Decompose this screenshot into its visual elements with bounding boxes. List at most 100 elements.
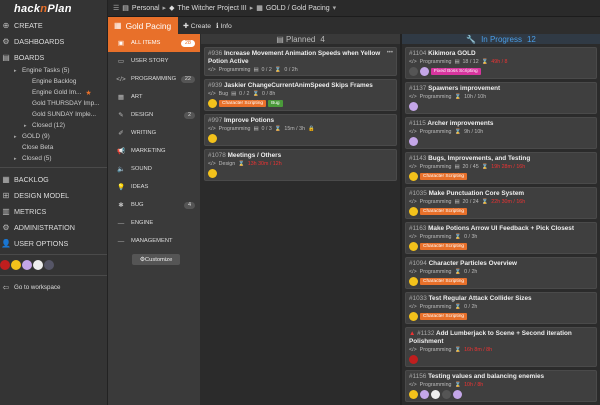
assignee-avatar[interactable] [409, 242, 418, 251]
nav-administration[interactable]: ⚙ ADMINISTRATION [0, 219, 107, 235]
category-icon: ▦ [117, 94, 125, 101]
hourglass-icon: ⌛ [454, 94, 462, 100]
task-card[interactable]: #1115 Archer improvements </> Programming ⌛… [405, 117, 597, 149]
tag-label[interactable]: Character Scripting [420, 313, 468, 320]
column-header-planned[interactable]: ▤ Planned 4 [201, 34, 400, 44]
column-header-in-progress[interactable]: 🔧 In Progress 12 [402, 34, 600, 44]
category-sound[interactable]: 🔈 SOUND [108, 160, 200, 178]
board-link[interactable]: Engine Backlog [0, 76, 107, 87]
metrics-icon: ▥ [2, 206, 10, 216]
board-link[interactable]: ▸ Closed (5) [0, 153, 107, 164]
task-card[interactable]: ▲ #1132 Add Lumberjack to Scene + Second… [405, 327, 597, 367]
tag-label[interactable]: Character Scripting [420, 278, 468, 285]
category-user-story[interactable]: ▭ USER STORY [108, 52, 200, 70]
board-link[interactable]: Close Beta [0, 142, 107, 153]
create-button[interactable]: ✚ Create [183, 22, 211, 30]
breadcrumb-project[interactable]: The Witcher Project III [177, 5, 246, 12]
board-link[interactable]: ▸ Closed (12) [0, 120, 107, 131]
app-logo[interactable]: hack n Plan [0, 0, 107, 17]
assignee-avatar[interactable] [409, 355, 418, 364]
assignee-avatar[interactable] [409, 172, 418, 181]
category-programming[interactable]: </> PROGRAMMING 22 [108, 70, 200, 88]
tag-label[interactable]: Bug [268, 100, 283, 107]
nav-metrics[interactable]: ▥ METRICS [0, 203, 107, 219]
avatar[interactable] [33, 260, 43, 270]
assignee-avatar[interactable] [420, 390, 429, 399]
task-card[interactable]: ••• #936 Increase Movement Animation Spee… [204, 47, 397, 76]
code-icon: </> [409, 382, 417, 388]
tag-label[interactable]: Character Scripting [420, 173, 468, 180]
assignee-avatar[interactable] [409, 102, 418, 111]
nav-dashboards[interactable]: ⚙ DASHBOARDS [0, 33, 107, 49]
task-card[interactable]: #1156 Testing values and balancing enemi… [405, 370, 597, 402]
breadcrumb-personal[interactable]: Personal [132, 5, 160, 12]
category-marketing[interactable]: 📢 MARKETING [108, 142, 200, 160]
task-card[interactable]: #1104 Kikimora GOLD </> Programming ▤ 18 / 1… [405, 47, 597, 79]
subtasks-icon: ▤ [454, 199, 460, 205]
board-link[interactable]: ▸ GOLD (9) [0, 131, 107, 142]
board-link[interactable]: Gold SUNDAY Imple... [0, 109, 107, 120]
assignee-avatar[interactable] [409, 277, 418, 286]
board-link[interactable]: Gold THURSDAY Imp... [0, 98, 107, 109]
assignee-avatar[interactable] [409, 390, 418, 399]
nav-backlog[interactable]: ▦ BACKLOG [0, 171, 107, 187]
category-design[interactable]: ✎ DESIGN 2 [108, 106, 200, 124]
star-icon[interactable]: ★ [85, 89, 91, 97]
column-planned: ▤ Planned 4 ••• #936 Increase Movement Ani… [201, 34, 400, 405]
category-bug[interactable]: ✱ BUG 4 [108, 196, 200, 214]
avatar[interactable] [44, 260, 54, 270]
breadcrumb-board[interactable]: GOLD / Gold Pacing [266, 5, 330, 12]
board-link[interactable]: ▸ Engine Tasks (5) [0, 65, 107, 76]
main-nav: hack n Plan ⊕ CREATE ⚙ DASHBOARDS ▤ BOARDS ▸ E… [0, 0, 108, 405]
assignee-avatar[interactable] [409, 312, 418, 321]
category-management[interactable]: — MANAGEMENT [108, 232, 200, 250]
tag-label[interactable]: Fixed Boss Scripting [431, 68, 481, 75]
customize-button[interactable]: ⚙ Customize [132, 254, 180, 265]
task-card[interactable]: #939 Jaskier ChangeCurrentAnimSpeed Skip… [204, 79, 397, 111]
count-badge: 22 [180, 75, 195, 83]
info-button[interactable]: ℹ Info [216, 22, 232, 30]
category-engine[interactable]: — ENGINE [108, 214, 200, 232]
nav-boards[interactable]: ▤ BOARDS [0, 49, 107, 65]
assignee-avatar[interactable] [409, 137, 418, 146]
task-card[interactable]: #1094 Character Particles Overview </> Pro… [405, 257, 597, 289]
task-card[interactable]: #1137 Spawners improvement </> Programming… [405, 82, 597, 114]
task-card[interactable]: #1035 Make Punctuation Core System </> Pro… [405, 187, 597, 219]
assignee-avatar[interactable] [208, 134, 217, 143]
assignee-avatar[interactable] [409, 67, 418, 76]
nav-user-options[interactable]: 👤 USER OPTIONS [0, 235, 107, 251]
avatar[interactable] [22, 260, 32, 270]
assignee-avatar[interactable] [431, 390, 440, 399]
assignee-avatar[interactable] [453, 390, 462, 399]
chevron-down-icon[interactable]: ▾ [333, 4, 337, 12]
nav-create[interactable]: ⊕ CREATE [0, 17, 107, 33]
assignee-avatar[interactable] [442, 390, 451, 399]
tag-label[interactable]: Character Scripting [420, 208, 468, 215]
task-card[interactable]: #1143 Bugs, Improvements, and Testing </>… [405, 152, 597, 184]
go-to-workspace-link[interactable]: ⇦ Go to workspace [0, 279, 107, 295]
assignee-avatar[interactable] [409, 207, 418, 216]
wrench-icon: 🔧 [466, 34, 477, 44]
menu-icon[interactable]: ☰ [113, 4, 119, 12]
category-art[interactable]: ▦ ART [108, 88, 200, 106]
assignee-avatar[interactable] [208, 169, 217, 178]
avatar[interactable] [0, 260, 10, 270]
avatar[interactable] [11, 260, 21, 270]
category-all-items[interactable]: ▣ ALL ITEMS 28 [108, 34, 200, 52]
hourglass-icon: ⌛ [238, 161, 245, 167]
assignee-avatar[interactable] [420, 67, 429, 76]
assignee-avatar[interactable] [208, 99, 217, 108]
task-card[interactable]: #1163 Make Potions Arrow UI Feedback + P… [405, 222, 597, 254]
tag-label[interactable]: Character Scripting [219, 100, 267, 107]
tag-label[interactable]: Character Scripting [420, 243, 468, 250]
card-meta: </> Programming ⌛ 9h / 10h [409, 129, 484, 135]
card-title: #1035 Make Punctuation Core System [409, 190, 525, 197]
nav-design-model[interactable]: ⊞ DESIGN MODEL [0, 187, 107, 203]
task-card[interactable]: #997 Improve Potions </> Programming ▤ 0 / 3… [204, 114, 397, 146]
task-card[interactable]: #1033 Test Regular Attack Collider Sizes… [405, 292, 597, 324]
more-options-icon[interactable]: ••• [387, 50, 393, 56]
category-ideas[interactable]: 💡 IDEAS [108, 178, 200, 196]
board-link[interactable]: Engine Gold Im... ★ [0, 87, 107, 98]
category-writing[interactable]: ✐ WRITING [108, 124, 200, 142]
task-card[interactable]: #1078 Meetings / Others </> Design ⌛ 13h 30m… [204, 149, 397, 181]
